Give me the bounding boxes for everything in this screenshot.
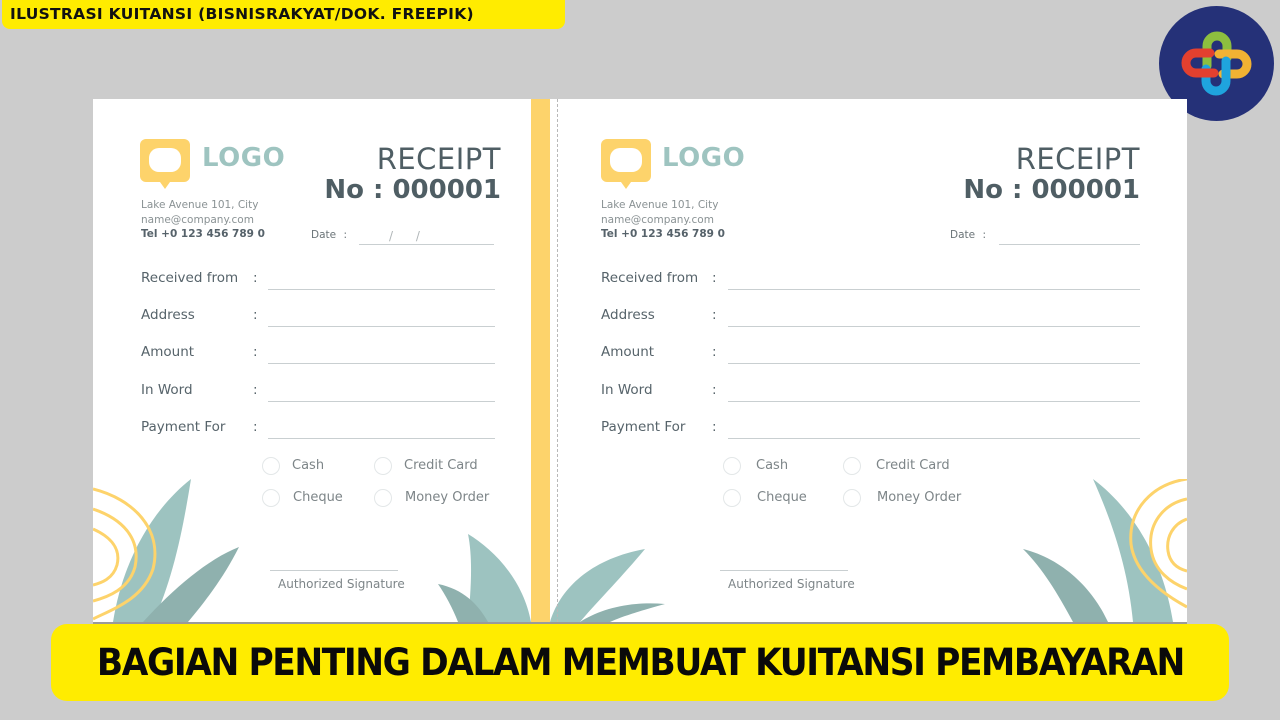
field-label: Amount	[601, 344, 655, 360]
logo-text: LOGO	[662, 143, 746, 173]
signature-label: Authorized Signature	[278, 577, 405, 591]
email-line: name@company.com	[141, 213, 254, 226]
radio-button[interactable]	[262, 489, 280, 507]
receipt-title-block: RECEIPT No : 000001	[963, 142, 1140, 206]
date-row: Date : / /	[311, 229, 495, 245]
received-from-input[interactable]	[268, 268, 495, 290]
date-row: Date :	[950, 229, 1140, 245]
payment-for-input[interactable]	[268, 417, 495, 439]
radio-button[interactable]	[843, 457, 861, 475]
headline-text: BAGIAN PENTING DALAM MEMBUAT KUITANSI PE…	[96, 641, 1185, 684]
field-colon: :	[712, 307, 717, 323]
field-in-word: In Word :	[141, 378, 495, 402]
address-input[interactable]	[728, 305, 1140, 327]
radio-button[interactable]	[723, 457, 741, 475]
receipt-title: RECEIPT	[1015, 142, 1140, 176]
field-colon: :	[712, 419, 717, 435]
field-received-from: Received from :	[141, 266, 495, 290]
signature-line[interactable]	[720, 570, 848, 571]
option-label: Cash	[292, 458, 325, 473]
received-from-input[interactable]	[728, 268, 1140, 290]
amount-input[interactable]	[728, 342, 1140, 364]
field-received-from: Received from :	[601, 266, 1140, 290]
company-address: Lake Avenue 101, City name@company.com T…	[601, 198, 725, 242]
option-label: Credit Card	[404, 458, 478, 473]
field-label: Address	[141, 307, 195, 323]
field-label: In Word	[601, 382, 653, 398]
chat-bubble-logo-icon	[140, 139, 190, 189]
field-label: Received from	[601, 270, 699, 286]
field-in-word: In Word :	[601, 378, 1140, 402]
field-colon: :	[253, 419, 258, 435]
receipt-number: No : 000001	[963, 175, 1140, 205]
company-address: Lake Avenue 101, City name@company.com T…	[141, 198, 265, 242]
option-label: Cheque	[293, 490, 343, 505]
amount-input[interactable]	[268, 342, 495, 364]
chat-bubble-logo-icon	[601, 139, 651, 189]
receipt-right: LOGO Lake Avenue 101, City name@company.…	[559, 99, 1187, 622]
perforation-line	[557, 99, 558, 622]
field-colon: :	[253, 382, 258, 398]
payment-for-input[interactable]	[728, 417, 1140, 439]
date-input[interactable]	[999, 229, 1140, 245]
receipt-left: LOGO Lake Avenue 101, City name@company.…	[93, 99, 531, 622]
radio-button[interactable]	[262, 457, 280, 475]
logo-text: LOGO	[202, 143, 286, 173]
field-colon: :	[712, 344, 717, 360]
signature-line[interactable]	[270, 570, 398, 571]
field-colon: :	[253, 270, 258, 286]
field-amount: Amount :	[141, 340, 495, 364]
option-label: Money Order	[405, 490, 490, 505]
date-colon: :	[343, 229, 347, 241]
date-colon: :	[982, 229, 986, 241]
date-label: Date	[950, 229, 976, 241]
receipt-sheet: LOGO Lake Avenue 101, City name@company.…	[93, 99, 1187, 622]
radio-button[interactable]	[723, 489, 741, 507]
field-amount: Amount :	[601, 340, 1140, 364]
field-label: Payment For	[601, 419, 686, 435]
address-line: Lake Avenue 101, City	[601, 199, 719, 211]
field-address: Address :	[141, 303, 495, 327]
field-colon: :	[712, 270, 717, 286]
option-label: Cash	[756, 458, 789, 473]
address-input[interactable]	[268, 305, 495, 327]
field-address: Address :	[601, 303, 1140, 327]
signature-label: Authorized Signature	[728, 577, 855, 591]
field-colon: :	[712, 382, 717, 398]
field-payment-for: Payment For :	[141, 415, 495, 439]
field-colon: :	[253, 307, 258, 323]
option-label: Money Order	[877, 490, 962, 505]
tel-line: Tel +0 123 456 789 0	[601, 228, 725, 240]
in-word-input[interactable]	[268, 380, 495, 402]
field-label: Payment For	[141, 419, 226, 435]
option-label: Cheque	[757, 490, 807, 505]
field-label: Address	[601, 307, 655, 323]
headline-banner: BAGIAN PENTING DALAM MEMBUAT KUITANSI PE…	[51, 624, 1229, 701]
date-label: Date	[311, 229, 337, 241]
radio-button[interactable]	[843, 489, 861, 507]
field-label: In Word	[141, 382, 193, 398]
in-word-input[interactable]	[728, 380, 1140, 402]
receipt-title-block: RECEIPT No : 000001	[324, 142, 501, 206]
radio-button[interactable]	[374, 457, 392, 475]
tear-off-strip	[531, 99, 550, 622]
receipt-number: No : 000001	[324, 175, 501, 205]
image-caption: ILUSTRASI KUITANSI (BISNISRAKYAT/DOK. FR…	[2, 0, 565, 29]
field-payment-for: Payment For :	[601, 415, 1140, 439]
field-label: Amount	[141, 344, 195, 360]
receipt-title: RECEIPT	[376, 142, 501, 176]
field-colon: :	[253, 344, 258, 360]
tel-line: Tel +0 123 456 789 0	[141, 228, 265, 240]
address-line: Lake Avenue 101, City	[141, 199, 259, 211]
option-label: Credit Card	[876, 458, 950, 473]
radio-button[interactable]	[374, 489, 392, 507]
field-label: Received from	[141, 270, 239, 286]
email-line: name@company.com	[601, 213, 714, 226]
date-input[interactable]: / /	[359, 229, 494, 245]
